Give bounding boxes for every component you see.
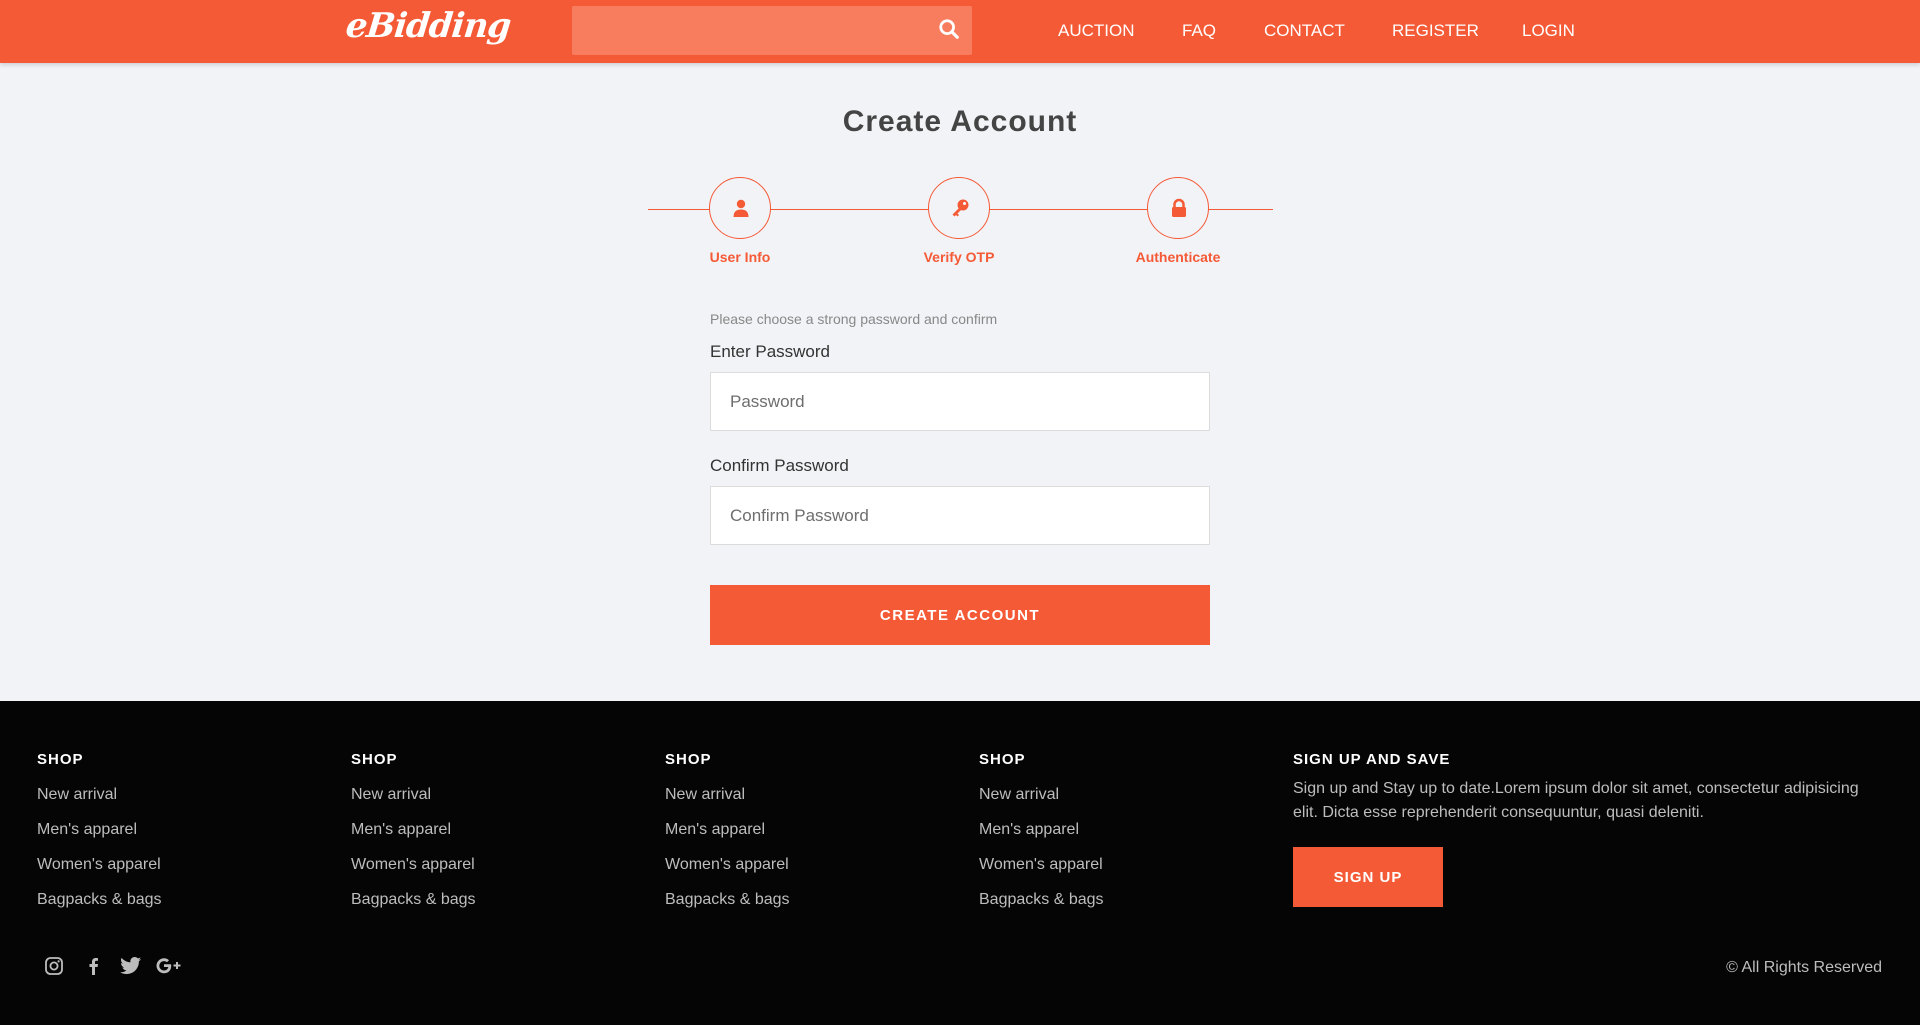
footer-column-shop-3: SHOP New arrival Men's apparel Women's a… (665, 751, 790, 911)
footer-column-shop-2: SHOP New arrival Men's apparel Women's a… (351, 751, 476, 911)
key-icon (952, 199, 969, 217)
create-account-button[interactable]: CREATE ACCOUNT (710, 585, 1210, 645)
footer-link-new-arrival[interactable]: New arrival (665, 786, 790, 806)
password-label: Enter Password (710, 342, 830, 361)
footer-link-mens-apparel[interactable]: Men's apparel (665, 821, 790, 841)
twitter-icon[interactable] (120, 956, 142, 978)
google-plus-icon[interactable] (156, 956, 184, 978)
lock-icon (1172, 198, 1186, 217)
facebook-icon[interactable] (84, 956, 106, 978)
nav-auction[interactable]: AUCTION (1058, 21, 1135, 41)
password-hint: Please choose a strong password and conf… (710, 311, 998, 327)
copyright-text: © All Rights Reserved (1726, 959, 1882, 976)
footer-link-mens-apparel[interactable]: Men's apparel (37, 821, 162, 841)
footer-link-bagpacks[interactable]: Bagpacks & bags (351, 891, 476, 911)
user-icon (733, 199, 749, 217)
top-navbar: eBidding AUCTION FAQ CONTACT REGISTER LO… (0, 0, 1920, 63)
footer-heading: SHOP (351, 751, 398, 768)
footer-link-womens-apparel[interactable]: Women's apparel (665, 856, 790, 876)
footer-link-bagpacks[interactable]: Bagpacks & bags (979, 891, 1104, 911)
footer-link-womens-apparel[interactable]: Women's apparel (351, 856, 476, 876)
step-label-user-info: User Info (709, 249, 771, 265)
nav-contact[interactable]: CONTACT (1264, 21, 1345, 41)
footer-column-shop-4: SHOP New arrival Men's apparel Women's a… (979, 751, 1104, 911)
footer-column-shop-1: SHOP New arrival Men's apparel Women's a… (37, 751, 162, 911)
nav-register[interactable]: REGISTER (1392, 21, 1479, 41)
footer-link-mens-apparel[interactable]: Men's apparel (351, 821, 476, 841)
confirm-password-label: Confirm Password (710, 456, 849, 475)
instagram-icon[interactable] (44, 956, 66, 978)
step-verify-otp (928, 177, 990, 239)
signup-text: Sign up and Stay up to date.Lorem ipsum … (1293, 780, 1859, 821)
search-bar (572, 6, 972, 55)
footer-link-new-arrival[interactable]: New arrival (979, 786, 1104, 806)
footer-link-new-arrival[interactable]: New arrival (37, 786, 162, 806)
step-authenticate (1147, 177, 1209, 239)
page-title: Create Account (842, 105, 1078, 138)
confirm-password-input[interactable] (710, 486, 1210, 545)
footer-heading: SHOP (665, 751, 712, 768)
footer-heading: SHOP (37, 751, 84, 768)
sign-up-button[interactable]: SIGN UP (1293, 847, 1443, 907)
step-label-verify-otp: Verify OTP (923, 249, 995, 265)
footer-link-womens-apparel[interactable]: Women's apparel (979, 856, 1104, 876)
footer-link-bagpacks[interactable]: Bagpacks & bags (37, 891, 162, 911)
search-icon[interactable] (938, 18, 962, 42)
footer-link-womens-apparel[interactable]: Women's apparel (37, 856, 162, 876)
password-input[interactable] (710, 372, 1210, 431)
signup-heading: SIGN UP AND SAVE (1293, 751, 1451, 768)
search-input[interactable] (572, 6, 940, 55)
nav-login[interactable]: LOGIN (1522, 21, 1575, 41)
footer-link-new-arrival[interactable]: New arrival (351, 786, 476, 806)
footer: SHOP New arrival Men's apparel Women's a… (0, 701, 1920, 1025)
step-user-info (709, 177, 771, 239)
footer-link-bagpacks[interactable]: Bagpacks & bags (665, 891, 790, 911)
footer-signup-section: SIGN UP AND SAVE Sign up and Stay up to … (1293, 751, 1883, 907)
nav-faq[interactable]: FAQ (1182, 21, 1216, 41)
footer-heading: SHOP (979, 751, 1026, 768)
footer-link-mens-apparel[interactable]: Men's apparel (979, 821, 1104, 841)
step-label-authenticate: Authenticate (1135, 249, 1221, 265)
site-logo[interactable]: eBidding (344, 6, 512, 46)
